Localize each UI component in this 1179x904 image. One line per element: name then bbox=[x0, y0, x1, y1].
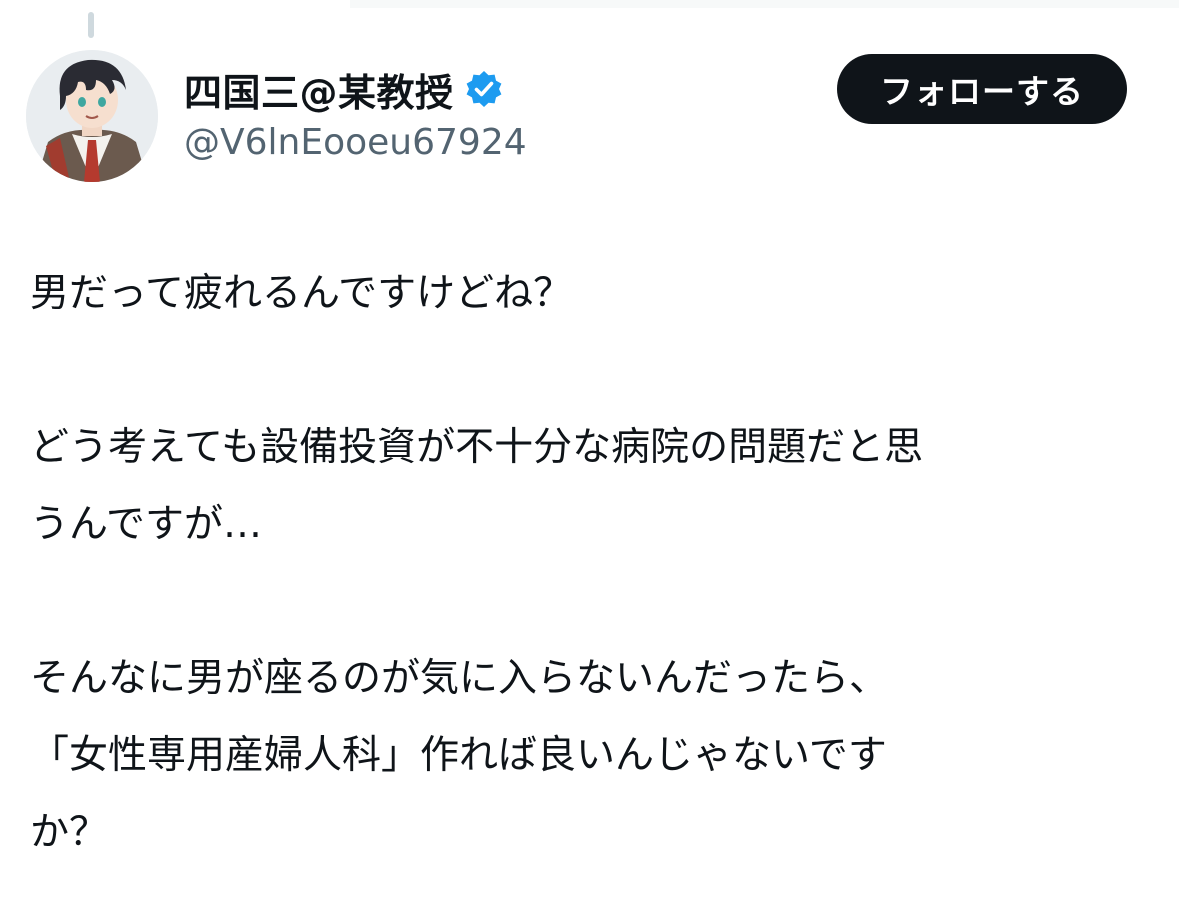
previous-item-edge bbox=[350, 0, 1179, 8]
tweet-paragraph: そんなに男が座るのが気に入らないんだったら、 「女性専用産婦人科」作れば良いんじ… bbox=[30, 656, 889, 855]
verified-badge-icon[interactable] bbox=[464, 69, 504, 109]
avatar-illustration-icon bbox=[26, 50, 158, 182]
tweet-text: 男だって疲れるんですけどね？ どう考えても設備投資が不十分な病院の問題だと思 う… bbox=[30, 255, 1140, 871]
tweet-paragraph: 男だって疲れるんですけどね？ bbox=[30, 271, 573, 316]
author-display-name[interactable]: 四国三@某教授 bbox=[184, 62, 454, 117]
thread-connector-line bbox=[88, 12, 94, 38]
tweet-header: 四国三@某教授 @V6lnEooeu67924 フォローする bbox=[26, 50, 1146, 190]
follow-button[interactable]: フォローする bbox=[837, 54, 1127, 124]
author-handle[interactable]: @V6lnEooeu67924 bbox=[184, 122, 527, 163]
tweet-paragraph: どう考えても設備投資が不十分な病院の問題だと思 うんですが… bbox=[30, 425, 924, 547]
author-name-row: 四国三@某教授 bbox=[184, 62, 504, 117]
avatar[interactable] bbox=[26, 50, 158, 182]
